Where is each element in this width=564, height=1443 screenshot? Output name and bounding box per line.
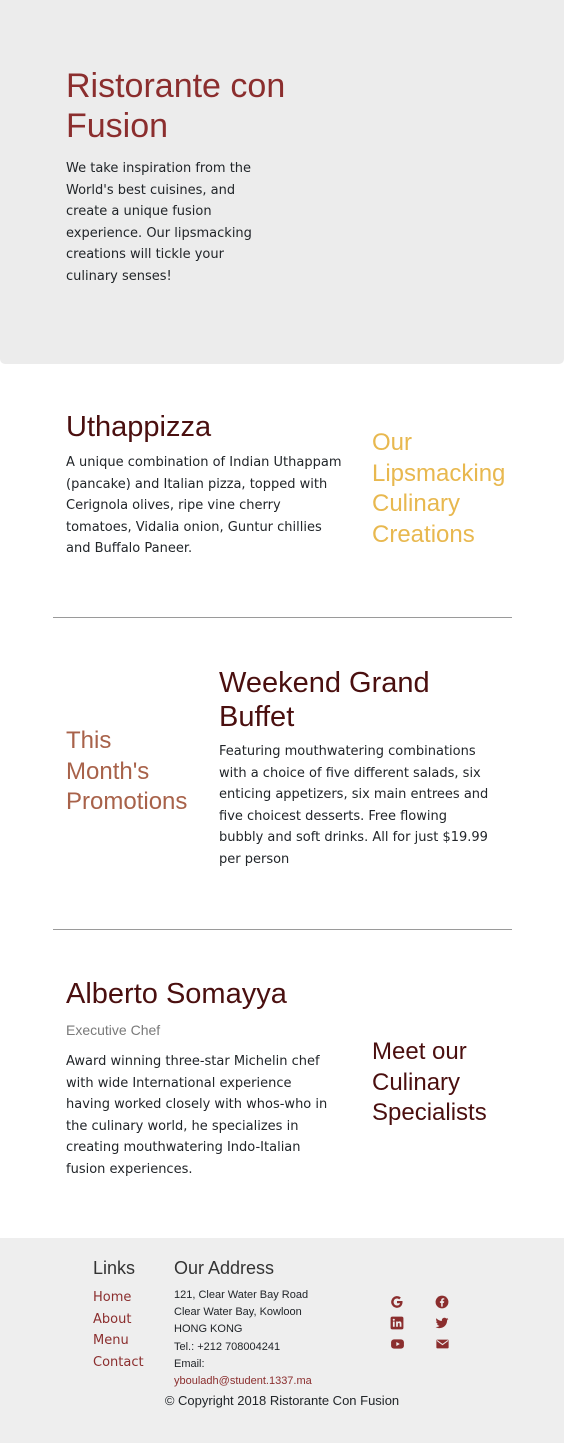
footer-link-menu[interactable]: Menu — [93, 1333, 129, 1348]
restaurant-title: Ristorante con Fusion — [66, 67, 286, 145]
promotion-name: Weekend Grand Buffet — [219, 667, 430, 733]
promotion-description: Featuring mouthwatering combinations wit… — [219, 744, 489, 867]
facebook-icon[interactable] — [434, 1294, 450, 1310]
youtube-icon[interactable] — [389, 1336, 405, 1352]
address-line: Clear Water Bay, Kowloon — [174, 1306, 302, 1319]
promotions-heading: This Month's Promotions — [66, 727, 188, 815]
dish-name: Uthappizza — [66, 411, 212, 443]
section-divider — [53, 929, 512, 930]
google-icon[interactable] — [389, 1294, 405, 1310]
footer-link-item: About — [93, 1309, 144, 1331]
leader-name: Alberto Somayya — [66, 978, 287, 1010]
twitter-icon[interactable] — [434, 1315, 450, 1331]
footer-links: Home About Menu Contact — [93, 1287, 144, 1373]
linkedin-icon[interactable] — [389, 1315, 405, 1331]
phone-number: Tel.: +212 708004241 — [174, 1340, 281, 1353]
links-heading: Links — [93, 1258, 136, 1278]
footer-link-item: Contact — [93, 1352, 144, 1374]
restaurant-tagline: We take inspiration from the World's bes… — [66, 161, 252, 284]
footer-link-home[interactable]: Home — [93, 1290, 131, 1305]
creations-heading: Our Lipsmacking Culinary Creations — [372, 429, 506, 548]
email-label: Email: — [174, 1357, 205, 1370]
footer-link-contact[interactable]: Contact — [93, 1355, 144, 1370]
footer-link-about[interactable]: About — [93, 1312, 131, 1327]
email-link[interactable]: ybouladh@student.1337.ma — [174, 1375, 312, 1387]
footer-link-item: Menu — [93, 1330, 144, 1352]
specialists-heading: Meet our Culinary Specialists — [372, 1038, 487, 1126]
mail-icon[interactable] — [434, 1336, 450, 1352]
copyright-text: © Copyright 2018 Ristorante Con Fusion — [164, 1393, 400, 1408]
footer: Links Home About Menu Contact Our Addres… — [0, 1238, 564, 1443]
address-block: 121, Clear Water Bay Road Clear Water Ba… — [174, 1287, 312, 1390]
address-heading: Our Address — [174, 1258, 275, 1278]
address-line: 121, Clear Water Bay Road — [174, 1289, 309, 1301]
dish-description: A unique combination of Indian Uthappam … — [66, 455, 342, 557]
leader-designation: Executive Chef — [66, 1022, 161, 1038]
address-line: HONG KONG — [174, 1323, 243, 1336]
leader-description: Award winning three-star Michelin chef w… — [66, 1054, 328, 1177]
section-divider — [53, 617, 512, 618]
footer-link-item: Home — [93, 1287, 144, 1309]
jumbotron: Ristorante con Fusion We take inspiratio… — [0, 0, 564, 364]
